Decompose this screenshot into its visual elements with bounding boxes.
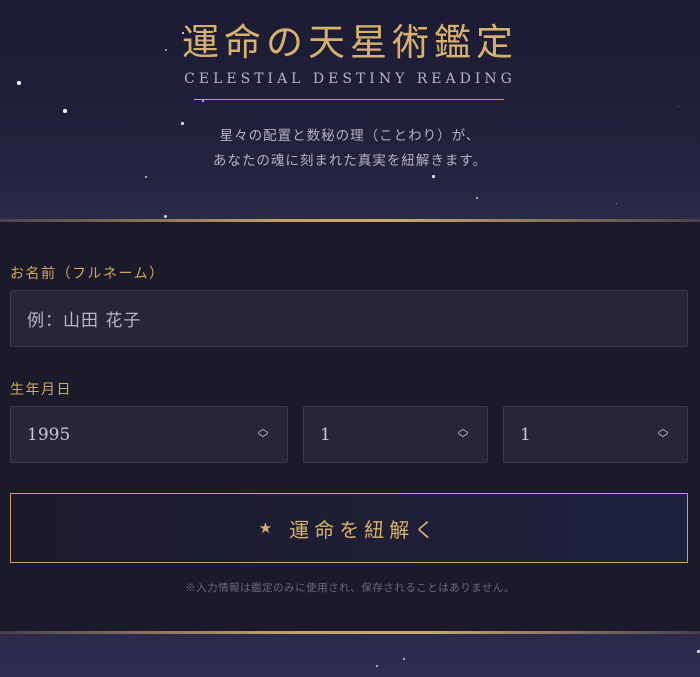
submit-label: 運命を紐解く (289, 519, 440, 542)
star-decoration (616, 203, 617, 204)
star-icon: ★ (258, 519, 278, 537)
star-decoration (403, 658, 405, 660)
star-decoration (145, 176, 147, 178)
submit-reading-button[interactable]: ★ 運命を紐解く (10, 493, 688, 563)
birth-year-select[interactable]: 1995 ︿ ﹀ (10, 406, 288, 463)
updown-chevron-icon: ︿ ﹀ (257, 422, 269, 445)
star-decoration (164, 215, 167, 218)
privacy-notice: ※入力情報は鑑定のみに使用され、保存されることはありません。 (185, 582, 515, 594)
title-divider (194, 99, 504, 100)
description-line-1: 星々の配置と数秘の理（ことわり）が、 (219, 128, 481, 144)
star-decoration (678, 106, 679, 107)
name-placeholder: 例：山田 花子 (27, 311, 142, 331)
birth-year-value: 1995 (27, 424, 71, 445)
page-title: 運命の天星術鑑定 (182, 21, 518, 64)
star-decoration (202, 100, 204, 102)
hero-header: 運命の天星術鑑定 CELESTIAL DESTINY READING 星々の配置… (0, 0, 700, 220)
star-decoration (432, 175, 435, 178)
page-subtitle: CELESTIAL DESTINY READING (184, 71, 516, 87)
birth-month-select[interactable]: 1 ︿ ﹀ (303, 406, 488, 463)
birth-day-value: 1 (520, 424, 531, 445)
name-label: お名前（フルネーム） (10, 266, 165, 282)
updown-chevron-icon: ︿ ﹀ (657, 422, 669, 445)
star-decoration (476, 197, 478, 199)
name-input[interactable]: 例：山田 花子 (10, 290, 688, 347)
description-line-2: あなたの魂に刻まれた真実を紐解きます。 (212, 153, 488, 169)
birth-day-select[interactable]: 1 ︿ ﹀ (503, 406, 688, 463)
star-decoration (376, 665, 378, 667)
footer-starfield (0, 634, 700, 677)
birth-month-value: 1 (320, 424, 331, 445)
updown-chevron-icon: ︿ ﹀ (457, 422, 469, 445)
birthdate-label: 生年月日 (10, 382, 72, 398)
star-decoration (63, 109, 67, 113)
